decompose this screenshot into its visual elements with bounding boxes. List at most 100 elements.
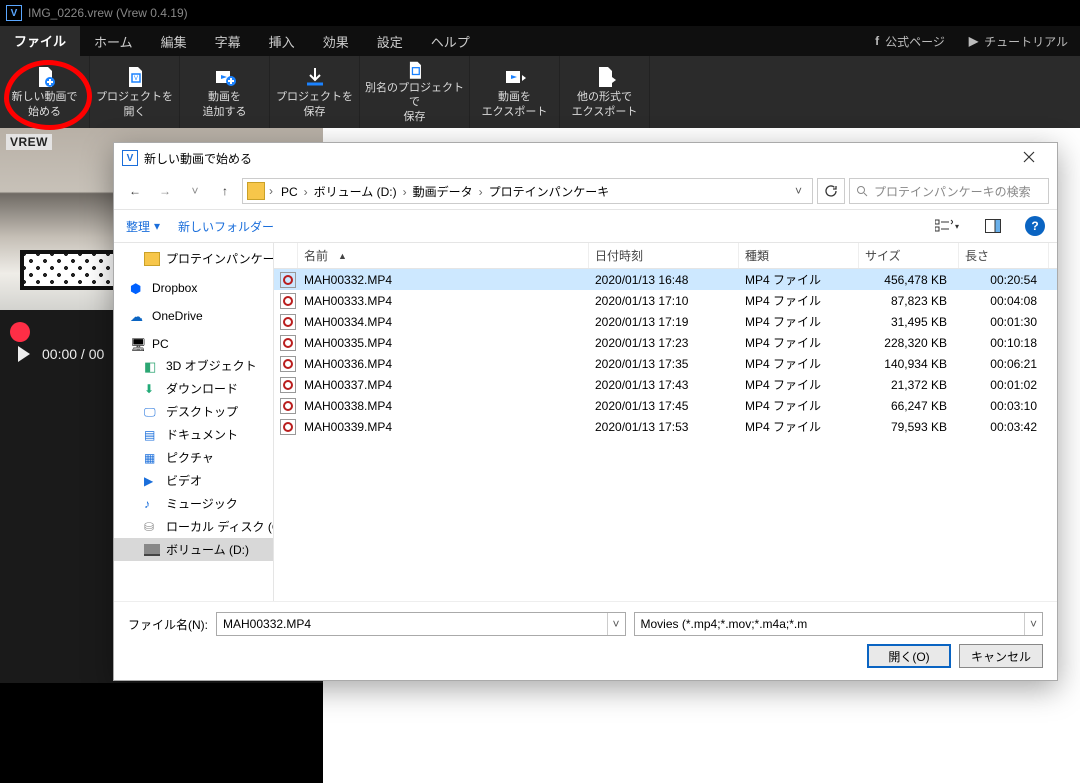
ribbon-btn-2[interactable]: 動画を追加する [180, 56, 270, 128]
tree-item[interactable]: ダウンロード [114, 377, 273, 400]
tree-item[interactable]: デスクトップ [114, 400, 273, 423]
file-date: 2020/01/13 17:35 [589, 357, 739, 371]
tree-item[interactable]: 3D オブジェクト [114, 354, 273, 377]
menu-ホーム[interactable]: ホーム [80, 26, 147, 56]
menu-ファイル[interactable]: ファイル [0, 26, 80, 56]
dialog-close-button[interactable] [1009, 151, 1049, 166]
filetype-filter[interactable]: Movies (*.mp4;*.mov;*.m4a;*.m ˅ [634, 612, 1044, 636]
col-type[interactable]: 種類 [739, 243, 859, 268]
vrew-logo-icon: V [6, 5, 22, 21]
col-length[interactable]: 長さ [959, 243, 1049, 268]
menu-ヘルプ[interactable]: ヘルプ [417, 26, 484, 56]
file-type: MP4 ファイル [739, 271, 859, 288]
ribbon-label-0-l2: 始める [28, 106, 61, 119]
search-input[interactable]: プロテインパンケーキの検索 [849, 178, 1049, 204]
breadcrumb-dropdown[interactable]: ˅ [789, 184, 808, 198]
tree-item[interactable]: Dropbox [114, 278, 273, 298]
tree-item[interactable]: ボリューム (D:) [114, 538, 273, 561]
pc-icon [130, 337, 146, 351]
cube-icon [144, 359, 160, 373]
file-date: 2020/01/13 17:19 [589, 315, 739, 329]
tree-item[interactable]: ミュージック [114, 492, 273, 515]
file-row[interactable]: MAH00338.MP42020/01/13 17:45MP4 ファイル66,2… [274, 395, 1057, 416]
help-button[interactable]: ? [1025, 216, 1045, 236]
breadcrumb-segment[interactable]: プロテインパンケーキ [485, 185, 614, 199]
tree-item[interactable]: ローカル ディスク (C [114, 515, 273, 538]
ribbon-icon-0 [33, 65, 57, 89]
search-icon [856, 185, 868, 197]
breadcrumb-segment[interactable]: ボリューム (D:) [310, 185, 401, 199]
file-length: 00:01:30 [959, 315, 1049, 329]
menu-効果[interactable]: 効果 [309, 26, 363, 56]
file-row[interactable]: MAH00334.MP42020/01/13 17:19MP4 ファイル31,4… [274, 311, 1057, 332]
tree-item-label: 3D オブジェクト [166, 357, 257, 374]
menu-字幕[interactable]: 字幕 [201, 26, 255, 56]
timecode-display: 00:00 / 00 [42, 346, 104, 362]
view-mode-button[interactable]: ▾ [933, 215, 961, 237]
menu-設定[interactable]: 設定 [363, 26, 417, 56]
dialog-title: 新しい動画で始める [144, 150, 252, 167]
tree-item[interactable]: OneDrive [114, 306, 273, 326]
filename-history-dropdown[interactable]: ˅ [607, 613, 625, 635]
official-page-link[interactable]: f 公式ページ [863, 26, 957, 56]
organize-menu[interactable]: 整理 ▾ [126, 218, 160, 235]
breadcrumb-segment[interactable]: 動画データ [409, 185, 477, 199]
file-row[interactable]: MAH00332.MP42020/01/13 16:48MP4 ファイル456,… [274, 269, 1057, 290]
vol-icon [144, 544, 160, 556]
dialog-nav-row: ← → ˅ ↑ › PC›ボリューム (D:)›動画データ›プロテインパンケーキ… [114, 173, 1057, 209]
app-titlebar: V IMG_0226.vrew (Vrew 0.4.19) [0, 0, 1080, 26]
tree-item[interactable]: ビデオ [114, 469, 273, 492]
col-size[interactable]: サイズ [859, 243, 959, 268]
ribbon-btn-3[interactable]: プロジェクトを保存 [270, 56, 360, 128]
new-folder-button[interactable]: 新しいフォルダー [178, 218, 274, 235]
ribbon-btn-1[interactable]: Vプロジェクトを開く [90, 56, 180, 128]
file-length: 00:03:10 [959, 399, 1049, 413]
open-button[interactable]: 開く(O) [867, 644, 951, 668]
playhead-dot-icon[interactable] [10, 322, 30, 342]
menubar: ファイルホーム編集字幕挿入効果設定ヘルプf 公式ページ▶ チュートリアル [0, 26, 1080, 56]
file-row[interactable]: MAH00336.MP42020/01/13 17:35MP4 ファイル140,… [274, 353, 1057, 374]
menu-編集[interactable]: 編集 [147, 26, 201, 56]
nav-forward-button[interactable]: → [152, 178, 178, 204]
dialog-app-icon: V [122, 150, 138, 166]
tree-item[interactable]: ドキュメント [114, 423, 273, 446]
video-file-icon [280, 356, 296, 372]
col-date[interactable]: 日付時刻 [589, 243, 739, 268]
tree-item[interactable]: プロテインパンケー [114, 247, 273, 270]
tree-item[interactable]: PC [114, 334, 273, 354]
play-icon[interactable] [18, 346, 30, 362]
official-page-link-label: 公式ページ [885, 33, 945, 50]
video-file-icon [280, 335, 296, 351]
nav-back-button[interactable]: ← [122, 178, 148, 204]
file-length: 00:10:18 [959, 336, 1049, 350]
breadcrumb-bar[interactable]: › PC›ボリューム (D:)›動画データ›プロテインパンケーキ ˅ [242, 178, 813, 204]
nav-up-button[interactable]: ↑ [212, 178, 238, 204]
ribbon-btn-6[interactable]: 他の形式でエクスポート [560, 56, 650, 128]
menu-挿入[interactable]: 挿入 [255, 26, 309, 56]
filter-dropdown[interactable]: ˅ [1024, 613, 1042, 635]
refresh-button[interactable] [817, 178, 845, 204]
tutorial-link[interactable]: ▶ チュートリアル [957, 26, 1080, 56]
ribbon-label-1-l2: 開く [124, 106, 146, 119]
file-name: MAH00338.MP4 [298, 399, 589, 413]
breadcrumb-segment[interactable]: PC [277, 185, 302, 199]
dialog-footer: ファイル名(N): MAH00332.MP4 ˅ Movies (*.mp4;*… [114, 601, 1057, 680]
file-row[interactable]: MAH00335.MP42020/01/13 17:23MP4 ファイル228,… [274, 332, 1057, 353]
nav-recent-button[interactable]: ˅ [182, 178, 208, 204]
ribbon-btn-5[interactable]: 動画をエクスポート [470, 56, 560, 128]
file-size: 140,934 KB [859, 357, 959, 371]
filename-input[interactable]: MAH00332.MP4 ˅ [216, 612, 626, 636]
tree-item[interactable]: ピクチャ [114, 446, 273, 469]
col-name[interactable]: 名前▲ [298, 243, 589, 268]
ribbon-btn-0[interactable]: 新しい動画で始める [0, 56, 90, 128]
file-row[interactable]: MAH00337.MP42020/01/13 17:43MP4 ファイル21,3… [274, 374, 1057, 395]
facebook-icon: f [875, 34, 879, 48]
refresh-icon [824, 184, 838, 198]
file-row[interactable]: MAH00339.MP42020/01/13 17:53MP4 ファイル79,5… [274, 416, 1057, 437]
ribbon-label-6-l2: エクスポート [572, 106, 638, 119]
file-row[interactable]: MAH00333.MP42020/01/13 17:10MP4 ファイル87,8… [274, 290, 1057, 311]
cancel-button[interactable]: キャンセル [959, 644, 1043, 668]
ribbon-btn-4[interactable]: 別名のプロジェクトで保存 [360, 56, 470, 128]
tree-item-label: ミュージック [166, 495, 238, 512]
preview-pane-toggle[interactable] [979, 215, 1007, 237]
